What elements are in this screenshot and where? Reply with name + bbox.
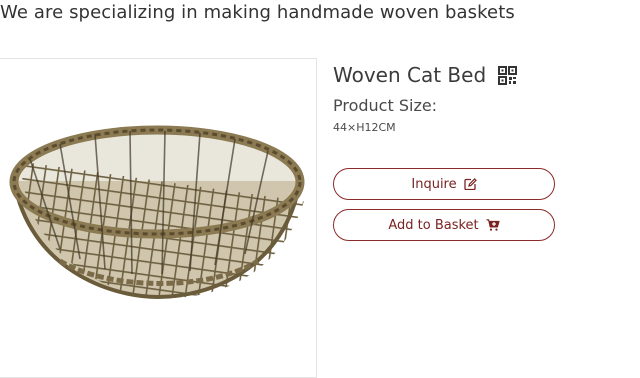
qr-code-icon[interactable] xyxy=(498,65,518,85)
cart-plus-icon xyxy=(486,219,500,231)
add-to-basket-button[interactable]: Add to Basket xyxy=(333,209,555,241)
product-image-panel xyxy=(0,58,317,378)
inquire-button-label: Inquire xyxy=(411,176,457,192)
edit-icon xyxy=(463,178,477,190)
add-to-basket-label: Add to Basket xyxy=(388,217,479,233)
product-title: Woven Cat Bed xyxy=(333,63,487,87)
product-size-label: Product Size: xyxy=(333,96,438,115)
product-size-value: 44×H12CM xyxy=(333,121,396,134)
page-tagline: We are specializing in making handmade w… xyxy=(0,2,515,23)
inquire-button[interactable]: Inquire xyxy=(333,168,555,200)
product-image[interactable] xyxy=(0,119,317,359)
product-title-row: Woven Cat Bed xyxy=(333,63,518,87)
